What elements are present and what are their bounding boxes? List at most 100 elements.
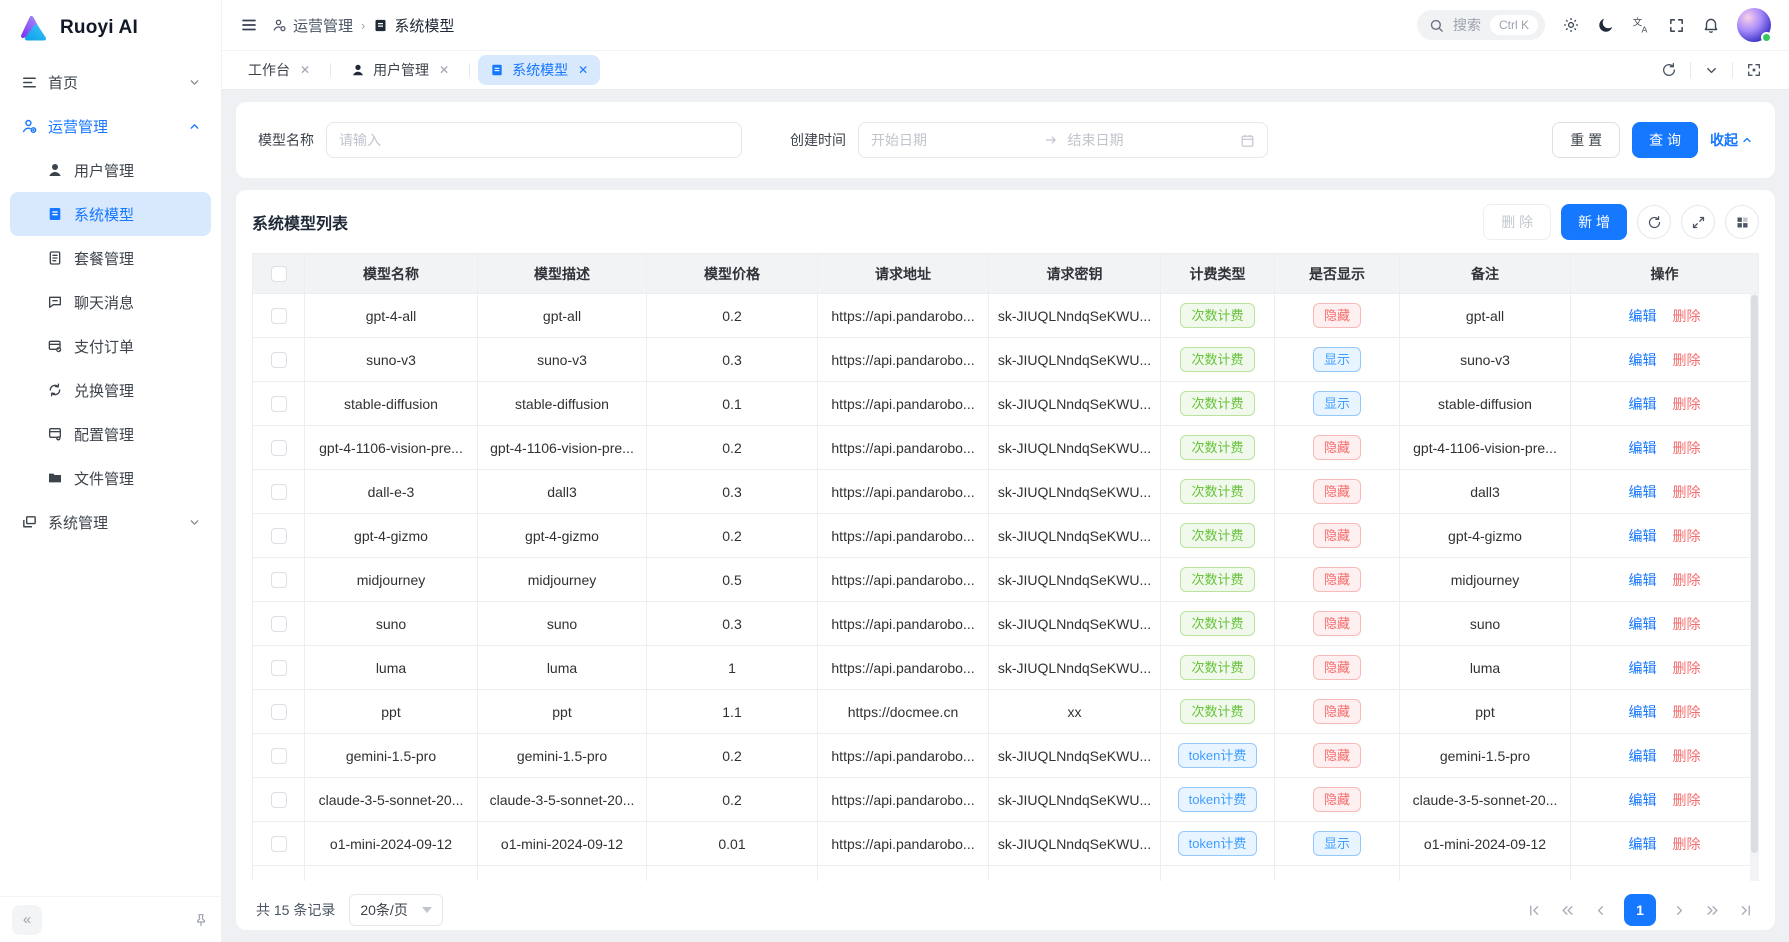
edit-link[interactable]: 编辑	[1629, 484, 1657, 500]
refresh-icon[interactable]	[1648, 62, 1690, 78]
notifications-bell-icon[interactable]	[1702, 16, 1720, 34]
pin-icon[interactable]	[193, 912, 209, 928]
row-checkbox[interactable]	[271, 748, 287, 764]
delete-link[interactable]: 删除	[1673, 352, 1701, 368]
reset-button[interactable]: 重 置	[1552, 122, 1620, 158]
brand[interactable]: Ruoyi AI	[0, 0, 221, 56]
add-button[interactable]: 新 增	[1561, 204, 1627, 240]
sidebar-item-config[interactable]: 配置管理	[10, 412, 211, 456]
billing-type-badge: 次数计费	[1180, 523, 1254, 549]
query-button[interactable]: 查 询	[1632, 122, 1698, 158]
breadcrumb: 运营管理 › 系统模型	[272, 15, 454, 36]
model-desc-cell: gpt-all	[478, 294, 647, 338]
delete-link[interactable]: 删除	[1673, 396, 1701, 412]
row-checkbox[interactable]	[271, 616, 287, 632]
data-table: 模型名称模型描述模型价格请求地址请求密钥计费类型是否显示备注操作 gpt-4-a…	[252, 253, 1759, 881]
delete-link[interactable]: 删除	[1673, 308, 1701, 324]
settings-gear-icon[interactable]	[1562, 16, 1580, 34]
previous-page-button[interactable]	[1591, 901, 1610, 920]
column-settings-icon[interactable]	[1725, 205, 1759, 239]
row-checkbox[interactable]	[271, 836, 287, 852]
delete-link[interactable]: 删除	[1673, 616, 1701, 632]
fullscreen-icon[interactable]	[1668, 17, 1685, 34]
edit-link[interactable]: 编辑	[1629, 748, 1657, 764]
edit-link[interactable]: 编辑	[1629, 704, 1657, 720]
select-all-checkbox[interactable]	[271, 266, 287, 282]
tab-workbench[interactable]: 工作台 ✕	[236, 55, 322, 85]
edit-link[interactable]: 编辑	[1629, 396, 1657, 412]
edit-link[interactable]: 编辑	[1629, 352, 1657, 368]
sidebar-item-exchange[interactable]: 兑换管理	[10, 368, 211, 412]
sidebar-item-system[interactable]: 系统管理	[10, 500, 211, 544]
row-checkbox[interactable]	[271, 308, 287, 324]
next-page-button[interactable]	[1670, 901, 1689, 920]
model-name-input[interactable]	[326, 122, 742, 158]
row-checkbox[interactable]	[271, 396, 287, 412]
sidebar-collapse-button[interactable]: «	[12, 905, 42, 935]
delete-link[interactable]: 删除	[1673, 440, 1701, 456]
edit-link[interactable]: 编辑	[1629, 836, 1657, 852]
row-checkbox[interactable]	[271, 528, 287, 544]
delete-link[interactable]: 删除	[1673, 572, 1701, 588]
sidebar-item-chat[interactable]: 聊天消息	[10, 280, 211, 324]
edit-link[interactable]: 编辑	[1629, 528, 1657, 544]
edit-link[interactable]: 编辑	[1629, 616, 1657, 632]
breadcrumb-operations[interactable]: 运营管理	[272, 15, 353, 36]
row-checkbox[interactable]	[271, 660, 287, 676]
first-page-button[interactable]	[1525, 901, 1544, 920]
last-page-button[interactable]	[1736, 901, 1755, 920]
sidebar-item-payment[interactable]: 支付订单	[10, 324, 211, 368]
row-checkbox[interactable]	[271, 792, 287, 808]
collapse-filter-link[interactable]: 收起	[1710, 130, 1753, 150]
billing-type-cell: 次数计费	[1161, 426, 1275, 470]
edit-link[interactable]: 编辑	[1629, 440, 1657, 456]
sidebar-item-operations[interactable]: 运营管理	[10, 104, 211, 148]
model-name-cell: dall-e-3	[305, 470, 478, 514]
page-size-select[interactable]: 20条/页	[349, 894, 443, 926]
edit-link[interactable]: 编辑	[1629, 792, 1657, 808]
chevron-down-icon[interactable]	[1691, 63, 1732, 78]
edit-link[interactable]: 编辑	[1629, 660, 1657, 676]
hamburger-menu-icon[interactable]	[240, 16, 258, 34]
sidebar-item-folder[interactable]: 文件管理	[10, 456, 211, 500]
delete-link[interactable]: 删除	[1673, 660, 1701, 676]
billing-type-badge: 次数计费	[1180, 611, 1254, 637]
edit-link[interactable]: 编辑	[1629, 308, 1657, 324]
close-icon[interactable]: ✕	[300, 63, 310, 77]
back-5-pages-button[interactable]	[1558, 901, 1577, 920]
delete-button[interactable]: 删 除	[1483, 204, 1551, 240]
close-icon[interactable]: ✕	[439, 63, 449, 77]
sidebar-item-home[interactable]: 首页	[10, 60, 211, 104]
delete-link[interactable]: 删除	[1673, 528, 1701, 544]
table-refresh-icon[interactable]	[1637, 205, 1671, 239]
row-checkbox[interactable]	[271, 440, 287, 456]
current-page-button[interactable]: 1	[1624, 894, 1656, 926]
request-key-cell: sk-JIUQLNndqSeKWU...	[989, 778, 1161, 822]
row-checkbox[interactable]	[271, 352, 287, 368]
sidebar-item-package-doc[interactable]: 套餐管理	[10, 236, 211, 280]
tab-user-management[interactable]: 用户管理 ✕	[339, 55, 461, 85]
date-range-picker[interactable]: 开始日期 结束日期	[858, 122, 1268, 158]
forward-5-pages-button[interactable]	[1703, 901, 1722, 920]
sidebar-item-user[interactable]: 用户管理	[10, 148, 211, 192]
edit-link[interactable]: 编辑	[1629, 572, 1657, 588]
sidebar-item-list-doc[interactable]: 系统模型	[10, 192, 211, 236]
user-avatar[interactable]	[1737, 8, 1771, 42]
delete-link[interactable]: 删除	[1673, 748, 1701, 764]
dark-mode-moon-icon[interactable]	[1597, 16, 1615, 34]
content-fullscreen-icon[interactable]	[1733, 62, 1775, 78]
delete-link[interactable]: 删除	[1673, 484, 1701, 500]
close-icon[interactable]: ✕	[578, 63, 588, 77]
row-checkbox[interactable]	[271, 484, 287, 500]
delete-link[interactable]: 删除	[1673, 792, 1701, 808]
tab-system-model[interactable]: 系统模型 ✕	[478, 55, 600, 85]
table-expand-icon[interactable]	[1681, 205, 1715, 239]
delete-link[interactable]: 删除	[1673, 836, 1701, 852]
scrollbar-thumb[interactable]	[1751, 295, 1758, 853]
breadcrumb-system-model[interactable]: 系统模型	[373, 15, 454, 36]
row-checkbox[interactable]	[271, 572, 287, 588]
global-search[interactable]: 搜索 Ctrl K	[1417, 10, 1545, 40]
language-translate-icon[interactable]: 文A	[1632, 16, 1651, 35]
row-checkbox[interactable]	[271, 704, 287, 720]
delete-link[interactable]: 删除	[1673, 704, 1701, 720]
